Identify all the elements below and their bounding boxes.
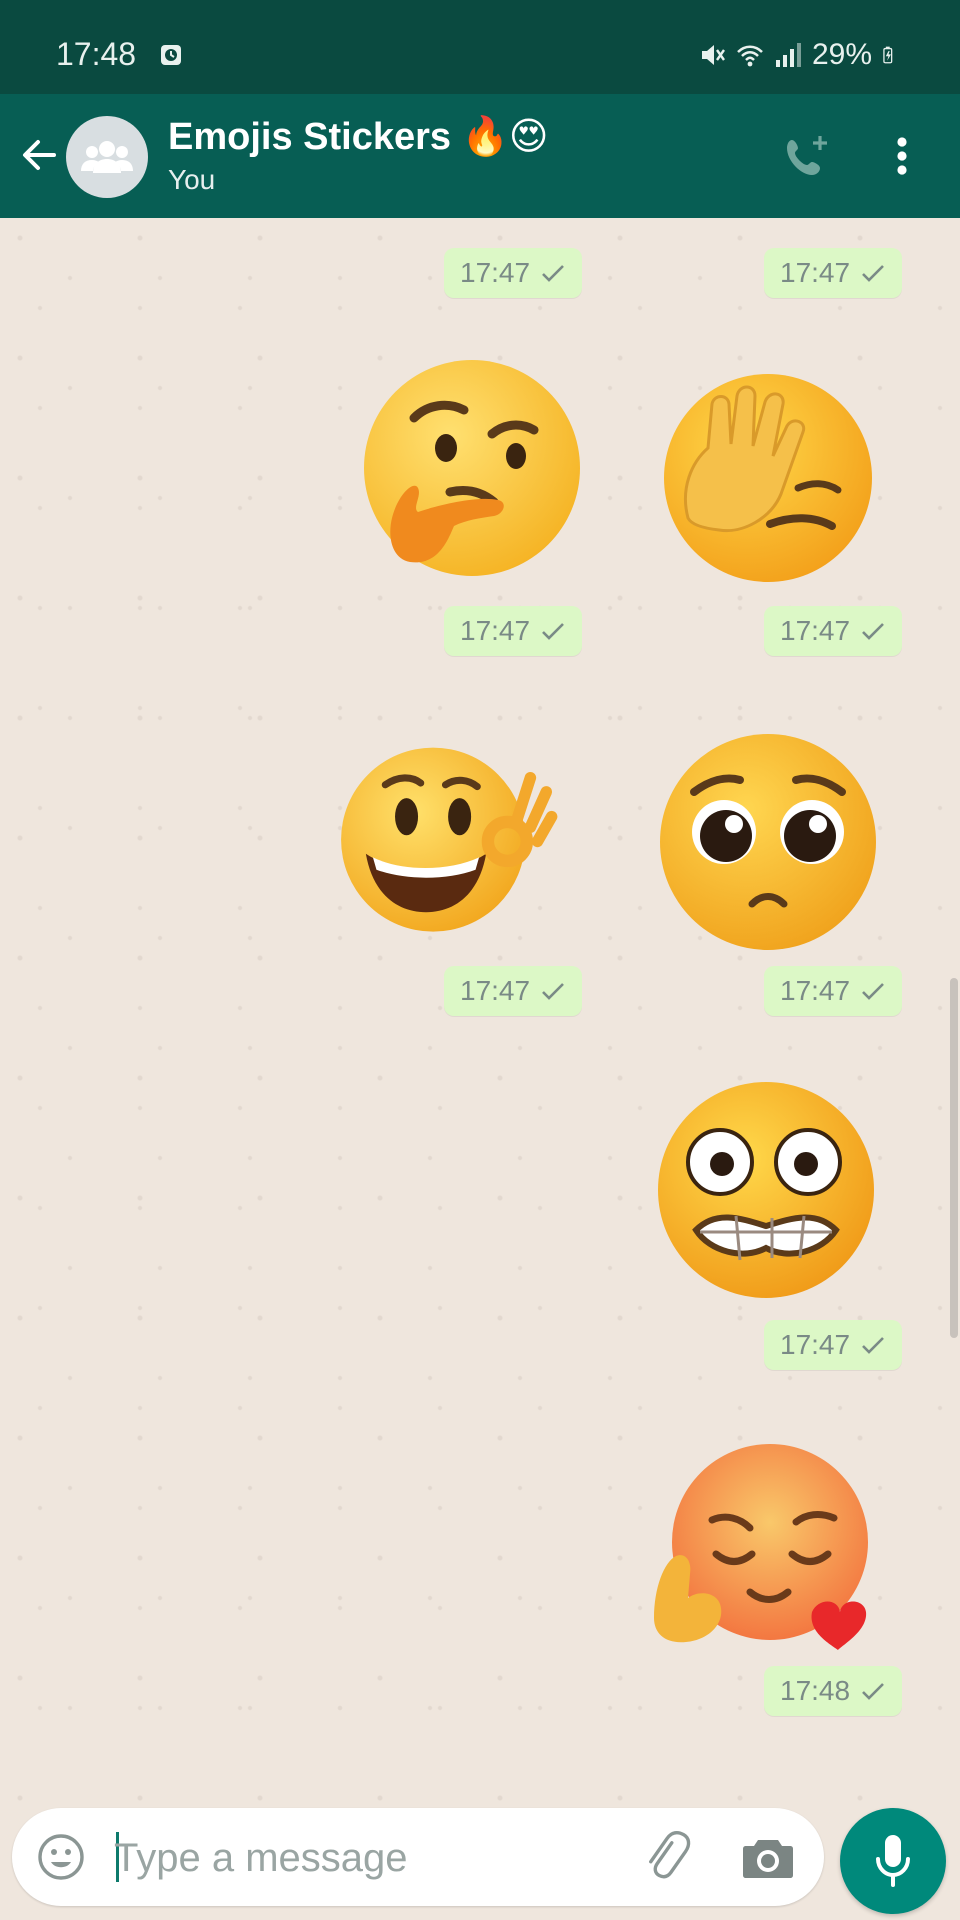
time-label: 17:48 <box>780 1675 851 1706</box>
check-icon <box>862 983 884 1000</box>
alarm-icon <box>161 45 181 65</box>
signal-icon <box>775 43 801 67</box>
back-arrow-icon[interactable] <box>18 134 60 176</box>
message-timestamp: 17:47 <box>444 606 583 656</box>
check-icon <box>542 983 564 1000</box>
time-label: 17:47 <box>460 257 531 288</box>
time-label: 17:47 <box>780 615 851 646</box>
message-timestamp: 17:47 <box>444 248 583 298</box>
more-options-icon[interactable] <box>896 136 908 176</box>
time-label: 17:47 <box>780 257 851 288</box>
mute-icon <box>701 45 725 65</box>
check-icon <box>862 265 884 282</box>
group-avatar[interactable] <box>66 116 148 198</box>
message-timestamp: 17:48 <box>764 1666 903 1716</box>
chat-title[interactable]: Emojis Stickers 🔥😍 <box>168 114 549 159</box>
message-timestamp: 17:47 <box>444 966 583 1016</box>
status-time: 17:48 <box>56 36 137 72</box>
camera-icon[interactable] <box>742 1834 794 1880</box>
message-timestamp: 17:47 <box>764 966 903 1016</box>
ok-hand-smiley-sticker[interactable] <box>334 722 564 952</box>
attach-icon[interactable] <box>640 1830 692 1882</box>
thinking-face-sticker[interactable] <box>352 356 582 586</box>
status-bar: 17:48 29% <box>0 0 960 94</box>
emoji-icon[interactable] <box>36 1832 86 1882</box>
message-timestamp: 17:47 <box>764 248 903 298</box>
grimacing-face-sticker[interactable] <box>652 1080 882 1310</box>
wifi-icon <box>737 45 763 67</box>
check-icon <box>862 1683 884 1700</box>
battery-percentage: 29% <box>811 38 872 71</box>
check-icon <box>542 623 564 640</box>
message-timestamp: 17:47 <box>764 606 903 656</box>
check-icon <box>862 1337 884 1354</box>
time-label: 17:47 <box>780 1329 851 1360</box>
voice-record-button[interactable] <box>840 1808 946 1914</box>
time-label: 17:47 <box>780 975 851 1006</box>
battery-charging-icon <box>883 46 893 64</box>
pleading-face-sticker[interactable] <box>654 728 884 958</box>
message-input[interactable] <box>112 1832 636 1884</box>
status-icons: 29% <box>698 38 900 72</box>
microphone-icon <box>876 1835 910 1887</box>
scrollbar[interactable] <box>950 978 958 1338</box>
message-composer <box>12 1808 824 1906</box>
check-icon <box>862 623 884 640</box>
blushing-heart-face-sticker[interactable] <box>646 1442 876 1672</box>
chat-header: Emojis Stickers 🔥😍 You <box>0 94 960 218</box>
chat-subtitle: You <box>168 164 216 195</box>
chat-area[interactable]: 17:47 17:47 17:47 17:47 17:47 17:47 17:4… <box>0 218 960 1804</box>
face-with-hand-over-eyes-sticker[interactable] <box>658 368 888 598</box>
message-timestamp: 17:47 <box>764 1320 903 1370</box>
add-call-icon[interactable] <box>784 134 832 178</box>
time-label: 17:47 <box>460 615 531 646</box>
check-icon <box>542 265 564 282</box>
time-label: 17:47 <box>460 975 531 1006</box>
group-icon <box>81 141 133 173</box>
